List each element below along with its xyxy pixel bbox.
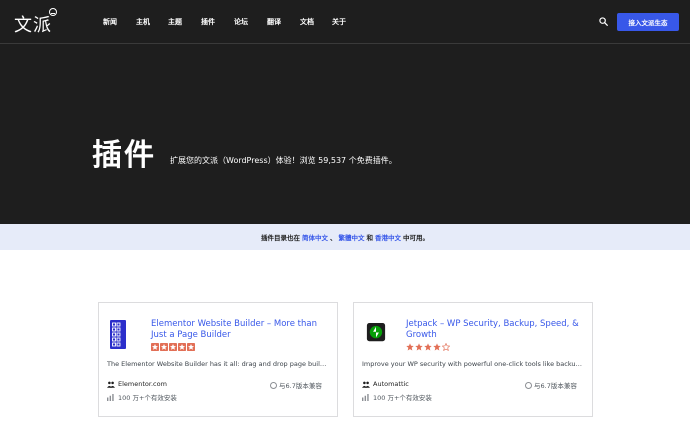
star-full-icon [187, 343, 195, 351]
nav-item-plugins[interactable]: 插件 [201, 17, 215, 27]
users-icon [107, 381, 115, 388]
wordpress-icon [270, 381, 277, 389]
notice-and: 和 [366, 234, 374, 242]
nav-item-about[interactable]: 关于 [332, 17, 346, 27]
top-nav: 文派 新闻 主机 主题 插件 论坛 翻译 文档 关于 接入文派生态 [0, 0, 690, 44]
users-icon [362, 381, 370, 388]
star-full-icon [415, 343, 423, 351]
plugin-installs: 100 万+个有效安装 [107, 392, 177, 402]
plugin-card: Jetpack – WP Security, Backup, Speed, & … [353, 302, 593, 417]
chart-bars-icon [107, 393, 114, 401]
star-full-icon [424, 343, 432, 351]
nav-item-forums[interactable]: 论坛 [234, 17, 248, 27]
plugin-name-link[interactable]: Jetpack – WP Security, Backup, Speed, & … [406, 319, 586, 340]
chart-bars-icon [362, 393, 369, 401]
plugin-installs: 100 万+个有效安装 [362, 392, 432, 402]
star-full-icon [160, 343, 168, 351]
star-full-icon [151, 343, 159, 351]
plugin-excerpt: The Elementor Website Builder has it all… [107, 360, 327, 368]
notice-suffix: 中可用。 [403, 234, 429, 242]
plugin-author-name: Elementor.com [118, 380, 167, 388]
notice-prefix: 插件目录也在 [261, 234, 300, 242]
star-rating [151, 343, 196, 351]
link-traditional-chinese[interactable]: 繁體中文 [339, 232, 365, 242]
nav-item-translate[interactable]: 翻译 [267, 17, 281, 27]
plugin-installs-text: 100 万+个有效安装 [118, 394, 177, 402]
search-icon[interactable] [599, 17, 608, 26]
star-full-icon [433, 343, 441, 351]
nav-item-hosting[interactable]: 主机 [136, 17, 150, 27]
wordpress-icon [49, 8, 57, 16]
notice-separator: 、 [330, 234, 337, 242]
jetpack-icon[interactable] [364, 323, 388, 347]
star-full-icon [169, 343, 177, 351]
main-menu: 新闻 主机 主题 插件 论坛 翻译 文档 关于 [103, 0, 346, 44]
star-full-icon [406, 343, 414, 351]
locale-notice: 插件目录也在 简体中文 、 繁體中文 和 香港中文 中可用。 [0, 224, 690, 250]
logo-text: 文派 [14, 15, 52, 36]
link-simplified-chinese[interactable]: 简体中文 [302, 232, 328, 242]
link-hongkong-chinese[interactable]: 香港中文 [375, 232, 401, 242]
page-title: 插件 [92, 138, 156, 173]
star-full-icon [178, 343, 186, 351]
plugin-installs-text: 100 万+个有效安装 [373, 394, 432, 402]
nav-item-news[interactable]: 新闻 [103, 17, 117, 27]
star-empty-icon [442, 343, 450, 351]
plugin-compat: 与6.7版本兼容 [525, 380, 577, 390]
plugin-author: Elementor.com [107, 380, 167, 388]
plugin-author: Automattic [362, 380, 409, 388]
plugin-author-name: Automattic [373, 380, 409, 388]
plugin-excerpt: Improve your WP security with powerful o… [362, 360, 583, 368]
plugin-compat-text: 与6.7版本兼容 [279, 382, 322, 390]
plugin-name-link[interactable]: Elementor Website Builder – More than Ju… [151, 319, 331, 340]
plugin-card: Elementor Website Builder – More than Ju… [98, 302, 338, 417]
elementor-icon[interactable] [107, 320, 129, 349]
plugin-compat: 与6.7版本兼容 [270, 380, 322, 390]
nav-item-themes[interactable]: 主题 [168, 17, 182, 27]
star-rating [406, 343, 451, 351]
join-ecosystem-button[interactable]: 接入文派生态 [617, 13, 679, 31]
page-description: 扩展您的文派（WordPress）体验！浏览 59,537 个免费插件。 [170, 156, 397, 165]
site-logo[interactable]: 文派 [14, 11, 52, 36]
nav-item-docs[interactable]: 文档 [300, 17, 314, 27]
plugin-compat-text: 与6.7版本兼容 [534, 382, 577, 390]
wordpress-icon [525, 381, 532, 389]
